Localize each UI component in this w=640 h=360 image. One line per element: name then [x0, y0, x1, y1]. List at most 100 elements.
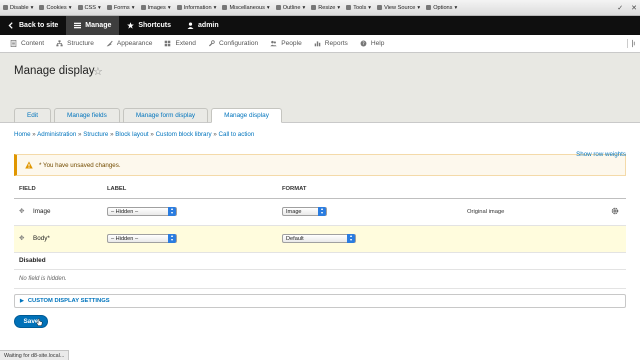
resize-icon — [311, 5, 317, 10]
format-cell: Default ▲ ▼ — [277, 225, 462, 253]
tab-manage-form-display[interactable]: Manage form display — [122, 108, 209, 123]
information-icon — [176, 5, 182, 10]
breadcrumb-call-to-action[interactable]: Call to action — [219, 131, 255, 138]
help-icon: ? — [360, 40, 367, 47]
css-icon — [77, 5, 83, 10]
wd-css[interactable]: CSS ▾ — [77, 5, 101, 11]
extend-icon — [165, 40, 171, 47]
drag-handle-icon[interactable]: ✥ — [19, 208, 27, 215]
column-operations — [606, 181, 626, 199]
triangle-right-icon: ▶ — [20, 297, 24, 304]
label-cell: – Hidden – ▲ ▼ — [102, 225, 277, 253]
star-icon — [127, 22, 135, 29]
breadcrumb-block-layout[interactable]: Block layout — [115, 131, 148, 138]
vertical-bars-icon — [632, 39, 635, 48]
field-cell: ✥ Image — [14, 198, 102, 226]
field-name: Body* — [33, 235, 50, 242]
cookies-icon — [39, 5, 45, 10]
label-select[interactable]: – Hidden – ▲ ▼ — [107, 207, 177, 216]
table-row: ✥ Body* – Hidden – ▲ ▼ Default ▲ ▼ — [14, 225, 626, 253]
images-icon — [140, 5, 146, 10]
tab-manage-display[interactable]: Manage display — [211, 108, 282, 123]
toolbar-orientation-toggle[interactable] — [627, 39, 636, 48]
operations-cell — [606, 225, 626, 253]
back-to-site-link[interactable]: Back to site — [0, 16, 66, 35]
admin-toolbar: Back to site Manage Shortcuts admin — [0, 16, 640, 35]
warning-text: * You have unsaved changes. — [39, 161, 121, 169]
arrow-left-icon — [8, 22, 13, 29]
menu-item-help[interactable]: ? Help — [354, 35, 391, 52]
wrench-icon — [208, 40, 215, 47]
table-header-row: Field Label Format — [14, 181, 626, 199]
drag-handle-icon[interactable]: ✥ — [19, 235, 27, 242]
page-header: Manage display ☆ Edit Manage fields Mana… — [0, 53, 640, 123]
format-select[interactable]: Image ▲ ▼ — [282, 207, 327, 216]
shortcut-star-icon[interactable]: ☆ — [93, 65, 103, 78]
wd-resize[interactable]: Resize ▾ — [311, 5, 340, 11]
content-icon — [10, 40, 17, 47]
menu-item-configuration[interactable]: Configuration — [202, 35, 264, 52]
admin-menu-tray: Content Structure Appearance Extend Conf… — [0, 35, 640, 53]
miscellaneous-icon — [222, 5, 228, 10]
warning-icon — [25, 161, 33, 169]
region-row-disabled: Disabled — [14, 252, 626, 270]
wd-information[interactable]: Information ▾ — [176, 5, 216, 11]
select-arrows-icon: ▲ ▼ — [347, 234, 355, 243]
wd-disable[interactable]: Disable ▾ — [3, 5, 33, 11]
column-summary — [462, 181, 606, 199]
wd-outline[interactable]: Outline ▾ — [275, 5, 305, 11]
disable-icon — [3, 5, 8, 10]
wd-images[interactable]: Images ▾ — [140, 5, 171, 11]
region-empty-message: No field is hidden. — [14, 269, 626, 289]
menu-item-extend[interactable]: Extend — [158, 35, 202, 52]
tab-edit[interactable]: Edit — [14, 108, 52, 123]
page-title: Manage display — [14, 65, 95, 77]
format-summary: Original image — [467, 209, 505, 215]
view-source-icon — [377, 5, 383, 10]
menu-item-content[interactable]: Content — [4, 35, 50, 52]
column-field: Field — [14, 181, 102, 199]
hand-cursor-icon — [36, 317, 43, 326]
menu-item-appearance[interactable]: Appearance — [100, 35, 159, 52]
breadcrumb-administration[interactable]: Administration — [37, 131, 76, 138]
browser-status-bar: Waiting for d8-site.local... — [0, 350, 70, 360]
label-cell: – Hidden – ▲ ▼ — [102, 198, 277, 226]
tab-manage-fields[interactable]: Manage fields — [54, 108, 120, 123]
field-display-table: Field Label Format ✥ Image – Hidden – ▲ ▼ — [14, 181, 626, 289]
column-format: Format — [277, 181, 462, 199]
menu-item-people[interactable]: People — [264, 35, 308, 52]
show-row-weights-link[interactable]: Show row weights — [576, 151, 626, 158]
main-content: Home » Administration » Structure » Bloc… — [0, 131, 640, 328]
checkmark-icon[interactable]: ✓ — [617, 4, 623, 12]
wd-options[interactable]: Options ▾ — [426, 5, 457, 11]
menu-item-reports[interactable]: Reports — [308, 35, 354, 52]
wd-cookies[interactable]: Cookies ▾ — [39, 5, 72, 11]
menu-item-structure[interactable]: Structure — [50, 35, 100, 52]
user-icon — [187, 22, 194, 29]
appearance-icon — [106, 40, 113, 47]
field-name: Image — [33, 208, 51, 215]
close-icon[interactable]: ✕ — [631, 4, 637, 12]
breadcrumb-structure[interactable]: Structure — [83, 131, 108, 138]
shortcuts-tab[interactable]: Shortcuts — [119, 16, 179, 35]
user-tab[interactable]: admin — [179, 16, 227, 35]
wd-forms[interactable]: Forms ▾ — [106, 5, 135, 11]
region-empty-row: No field is hidden. — [14, 269, 626, 289]
format-select[interactable]: Default ▲ ▼ — [282, 234, 356, 243]
select-arrows-icon: ▲ ▼ — [168, 207, 176, 216]
wd-view-source[interactable]: View Source ▾ — [377, 5, 420, 11]
breadcrumb-custom-block-library[interactable]: Custom block library — [156, 131, 212, 138]
wd-tools[interactable]: Tools ▾ — [346, 5, 371, 11]
breadcrumb-home[interactable]: Home — [14, 131, 31, 138]
field-cell: ✥ Body* — [14, 225, 102, 253]
options-icon — [426, 5, 432, 10]
wd-miscellaneous[interactable]: Miscellaneous ▾ — [222, 5, 270, 11]
select-arrows-icon: ▲ ▼ — [168, 234, 176, 243]
custom-display-settings-toggle[interactable]: ▶ Custom display settings — [14, 293, 626, 308]
summary-cell — [462, 225, 606, 253]
save-button[interactable]: Save — [14, 314, 48, 328]
structure-icon — [56, 40, 63, 47]
gear-icon[interactable] — [611, 207, 619, 215]
label-select[interactable]: – Hidden – ▲ ▼ — [107, 234, 177, 243]
manage-tab[interactable]: Manage — [66, 16, 120, 35]
